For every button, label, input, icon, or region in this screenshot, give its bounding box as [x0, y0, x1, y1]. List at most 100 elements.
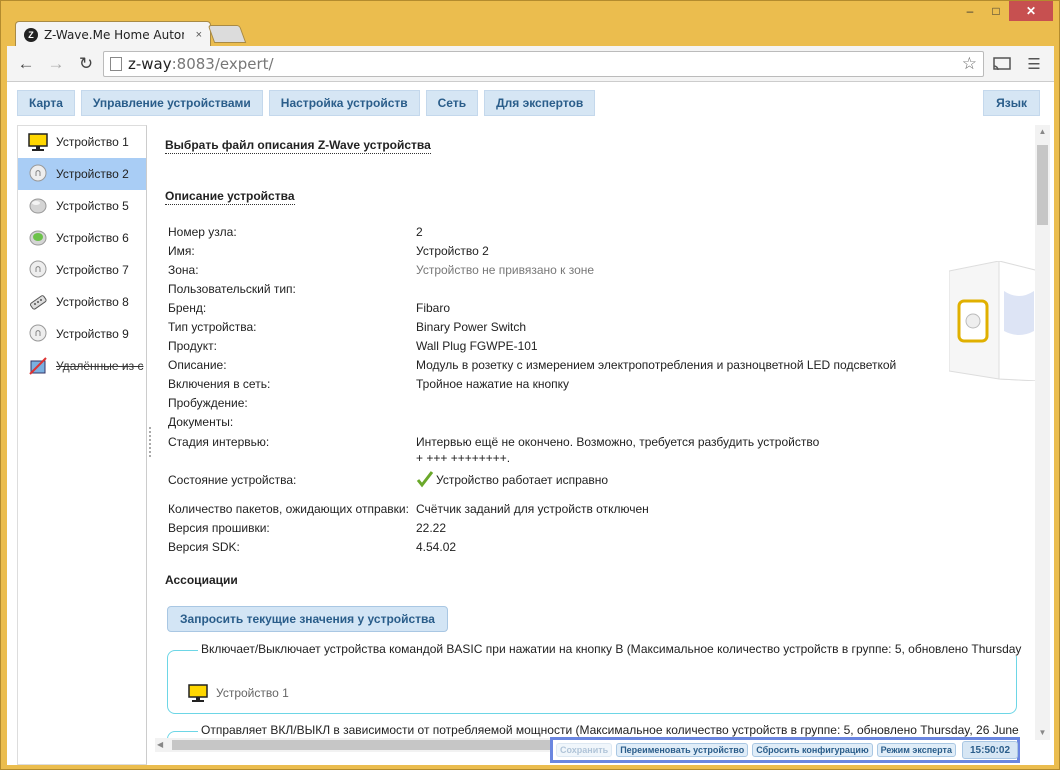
bulb-icon	[28, 260, 48, 280]
property-row: Пробуждение:	[168, 394, 948, 413]
status-row: Состояние устройства: Устройство работае…	[168, 468, 948, 492]
sidebar-splitter[interactable]	[149, 427, 153, 457]
reload-icon[interactable]: ↻	[73, 51, 99, 77]
action-bar: Сохранить Переименовать устройство Сброс…	[550, 737, 1020, 763]
rename-device-button[interactable]: Переименовать устройство	[616, 743, 749, 757]
reset-config-button[interactable]: Сбросить конфигурацию	[752, 743, 873, 757]
vertical-scrollbar[interactable]: ▲ ▼	[1035, 125, 1050, 740]
expert-mode-button[interactable]: Режим эксперта	[876, 743, 956, 757]
bookmark-star-icon[interactable]: ☆	[962, 54, 977, 74]
device-item-9[interactable]: Устройство 9	[18, 318, 146, 350]
scrollbar-thumb[interactable]	[172, 740, 550, 750]
property-key: Номер узла:	[168, 225, 237, 239]
url-path: :8083/expert/	[171, 54, 274, 73]
property-key: Документы:	[168, 415, 234, 429]
property-row: Версия прошивки: 22.22	[168, 519, 948, 538]
tab-title: Z-Wave.Me Home Autom	[44, 27, 184, 42]
property-value	[416, 280, 948, 299]
tab-map[interactable]: Карта	[17, 90, 75, 116]
property-key: Состояние устройства:	[168, 473, 297, 487]
select-file-link[interactable]: Выбрать файл описания Z-Wave устройства	[165, 138, 431, 154]
device-list: Устройство 1 Устройство 2 Устройство 5 У…	[17, 125, 147, 765]
cast-icon[interactable]	[988, 51, 1016, 77]
device-item-6[interactable]: Устройство 6	[18, 222, 146, 254]
property-value: Тройное нажатие на кнопку	[416, 377, 570, 391]
property-key: Версия прошивки:	[168, 521, 270, 535]
property-row: Версия SDK: 4.54.02	[168, 538, 948, 557]
property-row: Количество пакетов, ожидающих отправки: С…	[168, 500, 948, 519]
association-group-title: Включает/Выключает устройства командой B…	[198, 642, 1025, 656]
window-controls: – □ ✕	[957, 1, 1053, 23]
property-key: Пробуждение:	[168, 396, 248, 410]
scroll-up-icon[interactable]: ▲	[1035, 125, 1050, 139]
property-row: Пользовательский тип:	[168, 280, 948, 299]
url-host: z-way	[128, 54, 172, 73]
property-key: Версия SDK:	[168, 540, 240, 554]
device-label: Устройство 9	[56, 327, 129, 341]
property-key: Описание:	[168, 358, 227, 372]
tab-network[interactable]: Сеть	[425, 90, 479, 116]
tab-device-control[interactable]: Управление устройствами	[80, 90, 263, 116]
property-row: Бренд: Fibaro	[168, 299, 948, 318]
horizontal-scrollbar[interactable]: ◀	[155, 738, 550, 752]
scroll-left-icon[interactable]: ◀	[157, 738, 163, 752]
property-key: Продукт:	[168, 339, 217, 353]
device-item-7[interactable]: Устройство 7	[18, 254, 146, 286]
property-row: Зона: Устройство не привязано к зоне	[168, 261, 948, 280]
bulb-icon	[28, 324, 48, 344]
device-label: Устройство 5	[56, 199, 129, 213]
checkmark-icon	[416, 471, 434, 488]
device-item-8[interactable]: Устройство 8	[18, 286, 146, 318]
browser-tab[interactable]: Z Z-Wave.Me Home Autom ×	[15, 21, 211, 47]
scrollbar-thumb[interactable]	[1037, 145, 1048, 225]
browser-toolbar: ← → ↻ z-way:8083/expert/ ☆ ☰	[7, 46, 1054, 82]
device-item-5[interactable]: Устройство 5	[18, 190, 146, 222]
device-item-2[interactable]: Устройство 2	[18, 158, 146, 190]
save-button[interactable]: Сохранить	[556, 743, 613, 757]
property-value: Счётчик заданий для устройств отключен	[416, 502, 649, 516]
language-button[interactable]: Язык	[983, 90, 1040, 116]
property-key: Количество пакетов, ожидающих отправки:	[168, 502, 409, 516]
association-group-title: Отправляет ВКЛ/ВЫКЛ в зависимости от пот…	[198, 723, 1022, 737]
device-label: Устройство 8	[56, 295, 129, 309]
association-device[interactable]: Устройство 1	[188, 683, 289, 703]
clock: 15:50:02	[961, 741, 1019, 759]
deleted-devices-item[interactable]: Удалённые из с	[18, 350, 146, 382]
property-value: Устройство 2	[416, 244, 489, 258]
association-device-label: Устройство 1	[216, 686, 289, 700]
property-row: Включения в сеть: Тройное нажатие на кноп…	[168, 375, 948, 394]
device-label: Устройство 7	[56, 263, 129, 277]
property-value: Модуль в розетку с измерением электропот…	[416, 358, 897, 372]
property-row: Номер узла: 2	[168, 223, 948, 242]
maximize-button[interactable]: □	[983, 1, 1009, 21]
property-value: Wall Plug FGWPE-101	[416, 339, 538, 353]
device-label: Устройство 2	[56, 167, 129, 181]
product-image	[949, 261, 1039, 381]
interview-line: Интервью ещё не окончено. Возможно, треб…	[416, 435, 820, 449]
tab-close-icon[interactable]: ×	[196, 29, 202, 41]
minimize-button[interactable]: –	[957, 1, 983, 21]
property-value	[416, 394, 948, 413]
property-key: Включения в сеть:	[168, 377, 271, 391]
device-item-1[interactable]: Устройство 1	[18, 126, 146, 158]
new-tab-button[interactable]	[207, 25, 247, 43]
zwave-favicon-icon: Z	[24, 27, 38, 42]
back-icon[interactable]: ←	[13, 51, 39, 77]
property-value: 2	[416, 225, 423, 239]
monitor-icon	[28, 132, 48, 152]
description-heading: Описание устройства	[165, 189, 295, 205]
interview-progress: + +++ ++++++++.	[416, 451, 511, 465]
close-window-button[interactable]: ✕	[1009, 1, 1053, 21]
remote-icon	[28, 292, 48, 312]
address-bar[interactable]: z-way:8083/expert/ ☆	[103, 50, 984, 77]
menu-icon[interactable]: ☰	[1020, 51, 1048, 77]
tab-expert[interactable]: Для экспертов	[484, 90, 596, 116]
scroll-down-icon[interactable]: ▼	[1035, 726, 1050, 740]
device-label: Устройство 1	[56, 135, 129, 149]
browser-window: – □ ✕ Z Z-Wave.Me Home Autom × ← → ↻ z-w…	[0, 0, 1060, 770]
property-value: Binary Power Switch	[416, 320, 527, 334]
property-row: Имя: Устройство 2	[168, 242, 948, 261]
forward-icon[interactable]: →	[43, 51, 69, 77]
tab-device-config[interactable]: Настройка устройств	[268, 90, 420, 116]
request-values-button[interactable]: Запросить текущие значения у устройства	[167, 606, 448, 632]
